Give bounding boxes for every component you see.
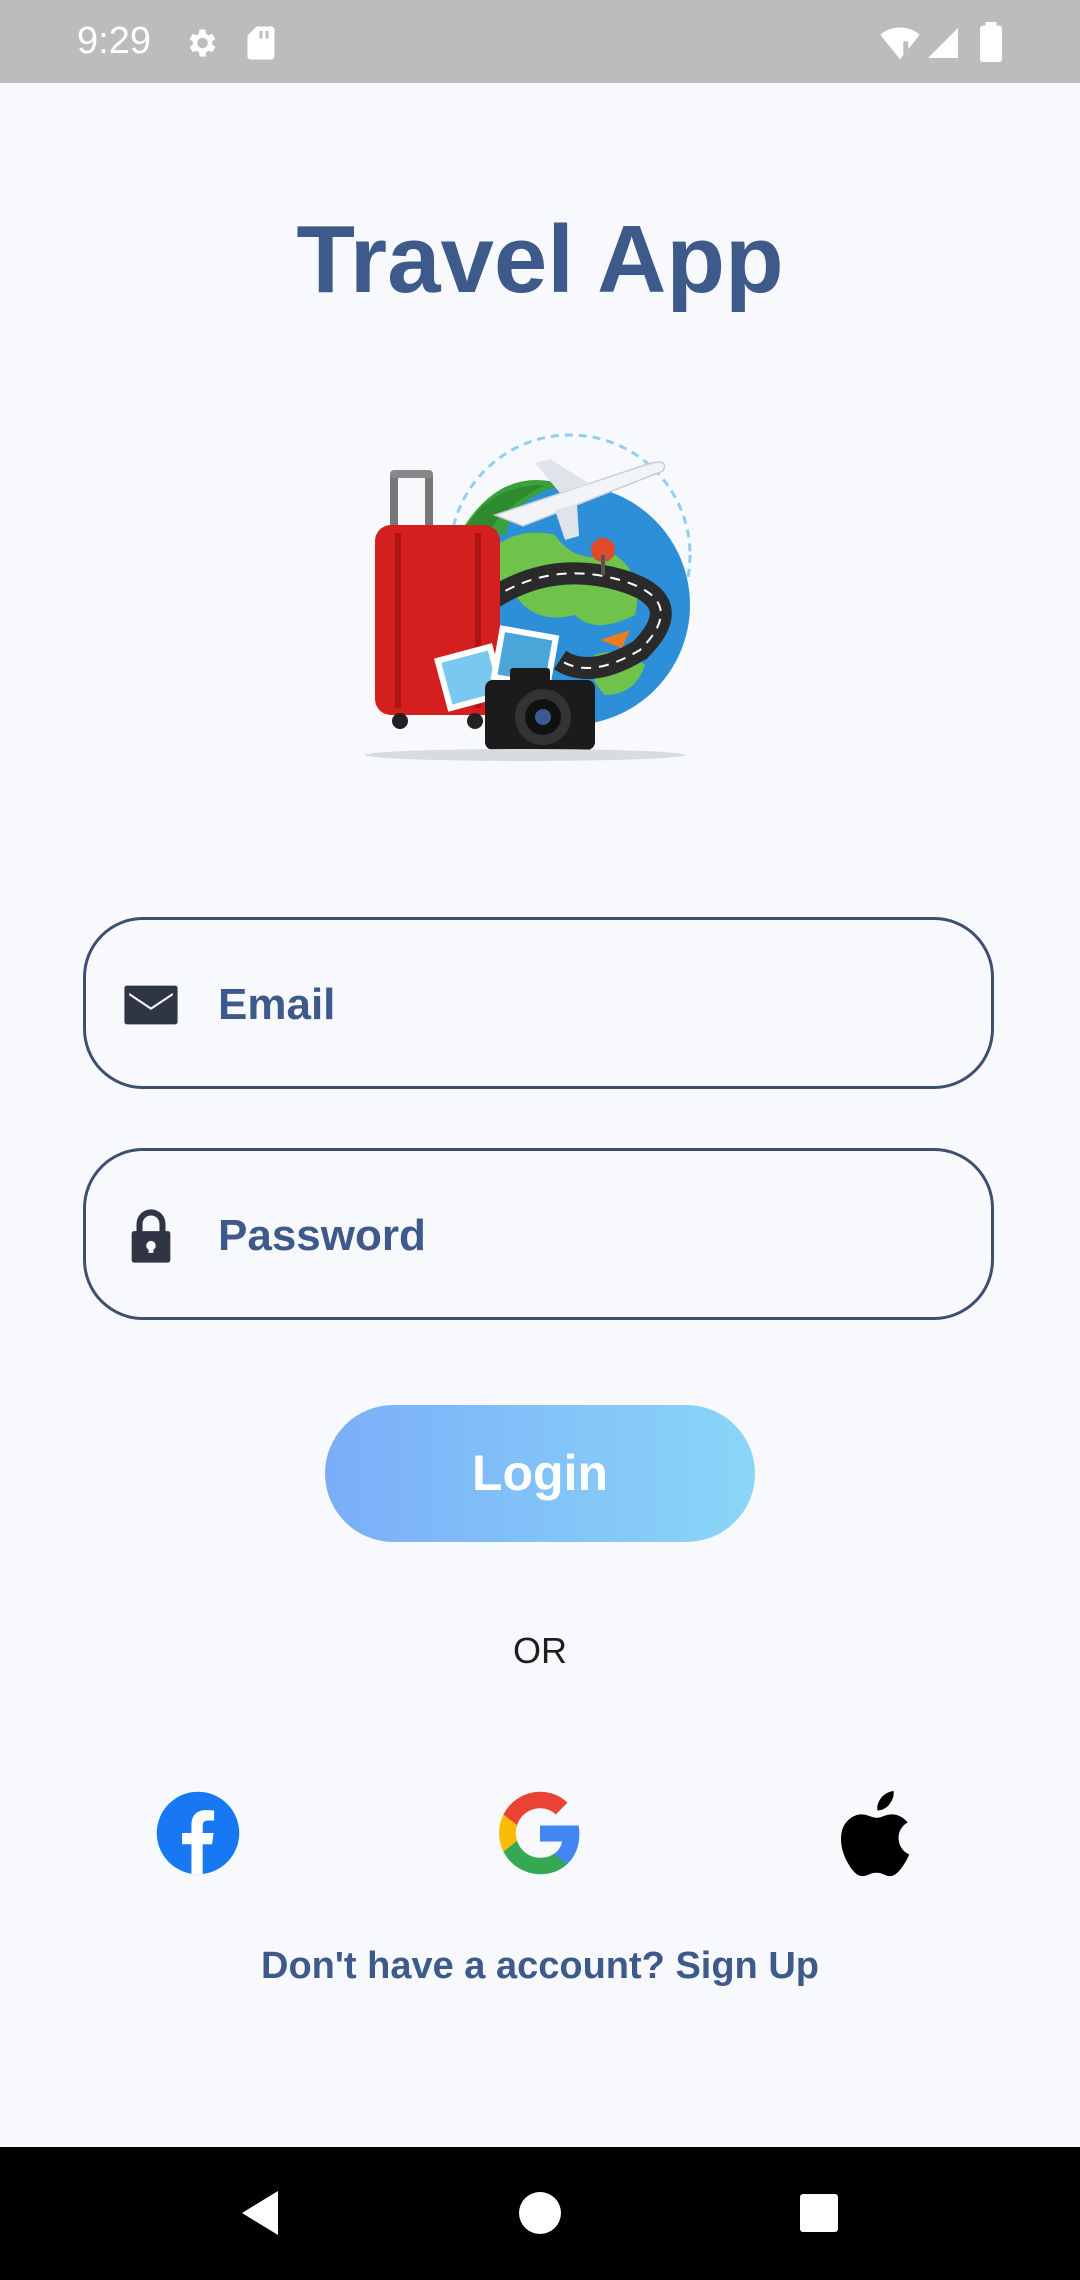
wifi-icon bbox=[880, 27, 920, 61]
apple-icon[interactable] bbox=[836, 1788, 926, 1878]
lock-icon bbox=[131, 1209, 171, 1263]
mail-icon bbox=[124, 985, 178, 1025]
signup-link[interactable]: Don't have a account? Sign Up bbox=[0, 1945, 1080, 1988]
battery-icon bbox=[980, 22, 1002, 62]
facebook-icon[interactable] bbox=[153, 1788, 243, 1878]
signal-icon bbox=[928, 28, 958, 58]
status-bar: 9:29 bbox=[0, 0, 1080, 83]
home-icon[interactable] bbox=[515, 2183, 565, 2243]
login-button[interactable]: Login bbox=[325, 1405, 755, 1542]
status-time: 9:29 bbox=[77, 20, 151, 62]
or-divider: OR bbox=[513, 1630, 567, 1671]
travel-illustration bbox=[365, 433, 692, 761]
navigation-bar bbox=[0, 2147, 1080, 2280]
app-title: Travel App bbox=[296, 206, 784, 313]
login-screen: 9:29 Travel App Email Login OR Don't hav… bbox=[0, 0, 1080, 2280]
email-field[interactable] bbox=[83, 917, 994, 1089]
back-icon[interactable] bbox=[236, 2183, 286, 2243]
settings-gear-icon bbox=[189, 29, 216, 57]
sd-card-icon bbox=[247, 26, 275, 60]
recents-icon[interactable] bbox=[794, 2183, 844, 2243]
google-icon[interactable] bbox=[495, 1788, 585, 1878]
password-input[interactable] bbox=[216, 1191, 960, 1281]
email-input[interactable] bbox=[216, 960, 960, 1050]
password-field[interactable] bbox=[83, 1148, 994, 1320]
